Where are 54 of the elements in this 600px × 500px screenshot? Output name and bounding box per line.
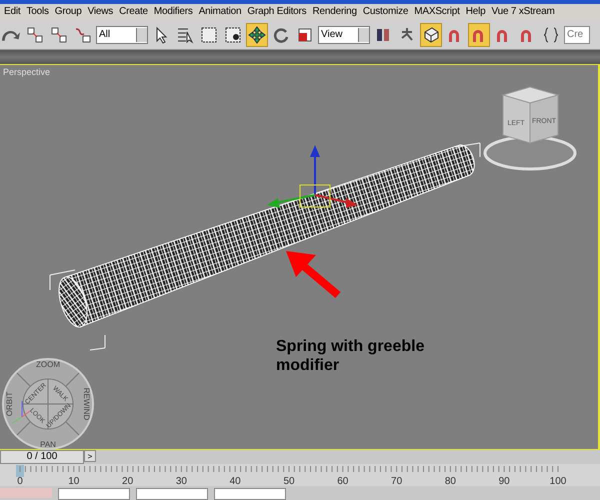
menu-item[interactable]: Vue 7 xStream — [491, 6, 555, 18]
frame-number: 40 — [230, 476, 241, 486]
toolbar-button[interactable] — [420, 22, 442, 47]
menu-item[interactable]: Group — [54, 6, 82, 18]
move-icon — [248, 26, 266, 44]
bind-icon — [74, 26, 92, 44]
menu-item[interactable]: Edit — [4, 6, 20, 18]
wheel-label[interactable]: REWIND — [82, 388, 91, 421]
named-selection-field[interactable]: Cre — [564, 26, 590, 44]
frame-number: 30 — [176, 476, 187, 486]
frame-number: 50 — [283, 476, 295, 486]
menu-item[interactable]: Modifiers — [154, 6, 193, 18]
status-field — [136, 488, 208, 500]
scale-icon — [296, 26, 314, 44]
frame-number: 80 — [444, 476, 456, 486]
pointer-arrow — [286, 251, 341, 298]
redo-icon — [2, 28, 20, 42]
frame-number: 60 — [337, 476, 348, 486]
status-field — [58, 488, 130, 500]
frame-number: 20 — [122, 476, 134, 486]
frame-number: 70 — [391, 476, 402, 486]
list-icon — [176, 26, 194, 44]
next-frame-button[interactable]: > — [84, 450, 96, 462]
menu-item[interactable]: Rendering — [312, 6, 357, 18]
dropdown[interactable]: All — [96, 26, 148, 44]
status-panel — [0, 488, 52, 498]
annotation-text: Spring with greeble modifier — [276, 337, 426, 376]
frame-number: 90 — [498, 476, 510, 486]
frame-number: 0 — [17, 476, 23, 486]
current-frame-marker — [16, 465, 24, 477]
menu-item[interactable]: Create — [119, 6, 148, 18]
menu-item[interactable]: Tools — [26, 6, 49, 18]
time-slider-thumb[interactable]: 0 / 100 — [0, 450, 84, 464]
menu-item[interactable]: MAXScript — [414, 6, 460, 18]
frame-number: 10 — [68, 476, 80, 486]
braces-icon — [542, 26, 560, 44]
dropdown[interactable]: View — [318, 26, 370, 44]
toolbar-button[interactable] — [246, 22, 268, 47]
menu-item[interactable]: Views — [88, 6, 114, 18]
menu-item[interactable]: Animation — [198, 6, 242, 18]
box-icon — [422, 26, 440, 44]
menu-item[interactable]: Help — [466, 6, 486, 18]
unlink-icon — [50, 26, 68, 44]
wheel-label[interactable]: ORBIT — [5, 392, 14, 417]
frame-number: 100 — [550, 476, 566, 486]
wheel-label[interactable]: PAN — [40, 440, 56, 450]
region-icon — [200, 26, 218, 44]
crossing-icon — [224, 26, 242, 44]
menu-item[interactable]: Customize — [362, 6, 408, 18]
menu-item[interactable]: Graph Editors — [247, 6, 306, 18]
rotate-icon — [272, 26, 290, 44]
status-field — [214, 488, 286, 500]
wheel-label[interactable]: ZOOM — [36, 360, 60, 370]
link-icon — [26, 26, 44, 44]
